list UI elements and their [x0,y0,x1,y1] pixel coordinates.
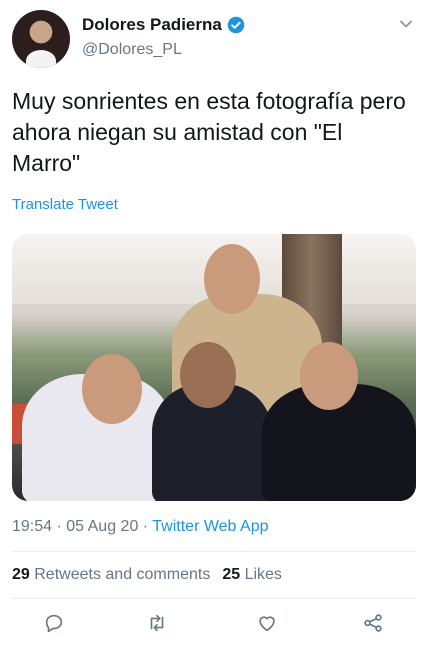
action-bar [0,608,428,638]
retweets-stat[interactable]: 29 Retweets and comments [12,566,210,583]
heart-icon[interactable] [256,612,278,634]
likes-label: Likes [244,566,282,583]
tweet-stats: 29 Retweets and comments 25 Likes [12,566,282,584]
divider [12,598,416,599]
user-names[interactable]: Dolores Padierna @Dolores_PL [82,15,245,59]
retweets-label: Retweets and comments [34,566,211,583]
display-name[interactable]: Dolores Padierna [82,15,222,35]
verified-icon [227,16,245,34]
meta-separator-2: · [138,518,153,535]
translate-tweet-link[interactable]: Translate Tweet [12,196,118,213]
tweet-source-app[interactable]: Twitter Web App [152,518,268,535]
tweet-time[interactable]: 19:54 [12,518,52,535]
tweet-metadata: 19:54 · 05 Aug 20 · Twitter Web App [12,518,268,536]
tweet-photo[interactable] [12,234,416,501]
avatar[interactable] [12,10,70,68]
retweet-icon[interactable] [146,612,168,634]
tweet-date[interactable]: 05 Aug 20 [66,518,138,535]
divider [12,551,416,552]
likes-count: 25 [222,566,241,583]
likes-stat[interactable]: 25 Likes [222,566,282,583]
chevron-down-icon[interactable] [398,16,414,32]
share-icon[interactable] [362,612,384,634]
tweet-header: Dolores Padierna @Dolores_PL [12,10,416,68]
tweet-text: Muy sonrientes en esta fotografía pero a… [12,88,406,176]
user-handle[interactable]: @Dolores_PL [82,41,245,59]
retweets-count: 29 [12,566,30,583]
meta-separator: · [52,518,67,535]
reply-icon[interactable] [43,612,65,634]
